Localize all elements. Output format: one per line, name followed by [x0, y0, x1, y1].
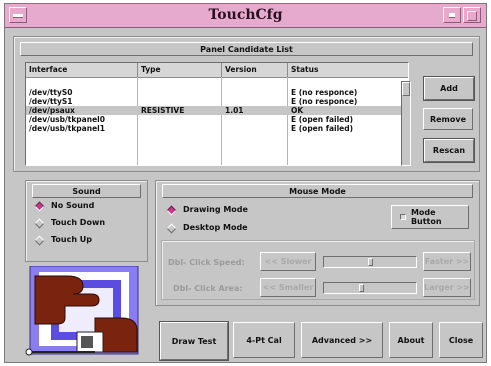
draw-test-label: Draw Test: [160, 322, 228, 360]
cell-interface: /dev/usb/tkpanel0: [29, 115, 105, 124]
table-row[interactable]: /dev/ttyS1 E (no responce): [26, 97, 408, 106]
add-button[interactable]: Add: [423, 76, 475, 101]
stylus-box-inner: [81, 336, 93, 348]
rescan-button[interactable]: Rescan: [423, 138, 475, 163]
about-button[interactable]: About: [389, 322, 433, 358]
touchscreen-logo: [25, 266, 139, 356]
table-row-selected[interactable]: /dev/psaux RESISTIVE 1.01 OK: [26, 106, 408, 115]
cell-version: 1.01: [225, 106, 244, 115]
window-title: TouchCfg: [208, 7, 283, 23]
column-header-interface[interactable]: Interface: [26, 63, 138, 77]
maximize-button[interactable]: [463, 7, 481, 23]
rescan-button-label: Rescan: [424, 139, 474, 162]
cell-interface: /dev/psaux: [29, 106, 75, 115]
minimize-icon: [449, 13, 455, 18]
cell-interface: /dev/ttyS1: [29, 97, 73, 106]
column-header-status[interactable]: Status: [288, 63, 400, 77]
mode-button-toggle[interactable]: Mode Button: [391, 205, 469, 229]
cell-type: RESISTIVE: [141, 106, 185, 115]
speed-slider-thumb[interactable]: [368, 258, 373, 266]
option-drawing-mode[interactable]: Drawing Mode: [183, 205, 248, 214]
panel-candidate-list[interactable]: Interface Type Version Status /dev/ttyS0…: [25, 62, 409, 166]
remove-button[interactable]: Remove: [423, 108, 473, 130]
area-slider-thumb[interactable]: [359, 284, 364, 292]
mode-button-label: Mode Button: [410, 208, 442, 226]
column-header-version[interactable]: Version: [222, 63, 288, 77]
dbl-click-area-label: Dbl- Click Area:: [173, 284, 243, 293]
cable-end: [25, 348, 33, 356]
slower-button[interactable]: << Slower: [260, 252, 316, 271]
cell-interface: /dev/ttyS0: [29, 88, 73, 97]
cell-status: OK: [291, 106, 304, 115]
cell-interface: /dev/usb/tkpanel1: [29, 124, 105, 133]
option-touch-down[interactable]: Touch Down: [51, 218, 105, 227]
larger-button[interactable]: Larger >>: [423, 278, 471, 297]
mode-button-indicator: [400, 214, 406, 220]
faster-button[interactable]: Faster >>: [423, 252, 471, 271]
cell-status: E (open failed): [291, 124, 354, 133]
cell-status: E (no responce): [291, 88, 358, 97]
option-no-sound[interactable]: No Sound: [51, 201, 94, 210]
touchcfg-window: TouchCfg Panel Candidate List Interface …: [4, 3, 487, 363]
add-button-label: Add: [424, 77, 474, 100]
title-bar[interactable]: TouchCfg: [5, 4, 486, 28]
dbl-click-speed-slider[interactable]: [323, 256, 417, 268]
close-button[interactable]: Close: [439, 322, 483, 358]
sound-title: Sound: [32, 184, 141, 198]
table-row[interactable]: /dev/ttyS0 E (no responce): [26, 88, 408, 97]
smaller-button[interactable]: << Smaller: [260, 278, 316, 297]
minimize-button[interactable]: [443, 7, 461, 23]
cell-status: E (open failed): [291, 115, 354, 124]
option-touch-up[interactable]: Touch Up: [51, 235, 92, 244]
cell-status: E (no responce): [291, 97, 358, 106]
mouse-mode-title: Mouse Mode: [162, 184, 473, 198]
column-header-type[interactable]: Type: [138, 63, 222, 77]
panel-candidate-title: Panel Candidate List: [20, 42, 473, 56]
option-desktop-mode[interactable]: Desktop Mode: [183, 223, 248, 232]
four-pt-cal-button[interactable]: 4-Pt Cal: [233, 322, 295, 358]
table-row[interactable]: /dev/usb/tkpanel1 E (open failed): [26, 124, 408, 133]
advanced-button[interactable]: Advanced >>: [301, 322, 383, 358]
dbl-click-speed-label: Dbl- Click Speed:: [168, 258, 245, 267]
dbl-click-area-slider[interactable]: [323, 282, 417, 294]
maximize-icon: [467, 11, 477, 21]
draw-test-button[interactable]: Draw Test: [159, 321, 229, 361]
list-scrollbar[interactable]: [401, 81, 411, 166]
scrollbar-thumb[interactable]: [402, 82, 410, 96]
table-row[interactable]: /dev/usb/tkpanel0 E (open failed): [26, 115, 408, 124]
list-header: Interface Type Version Status: [26, 63, 408, 78]
